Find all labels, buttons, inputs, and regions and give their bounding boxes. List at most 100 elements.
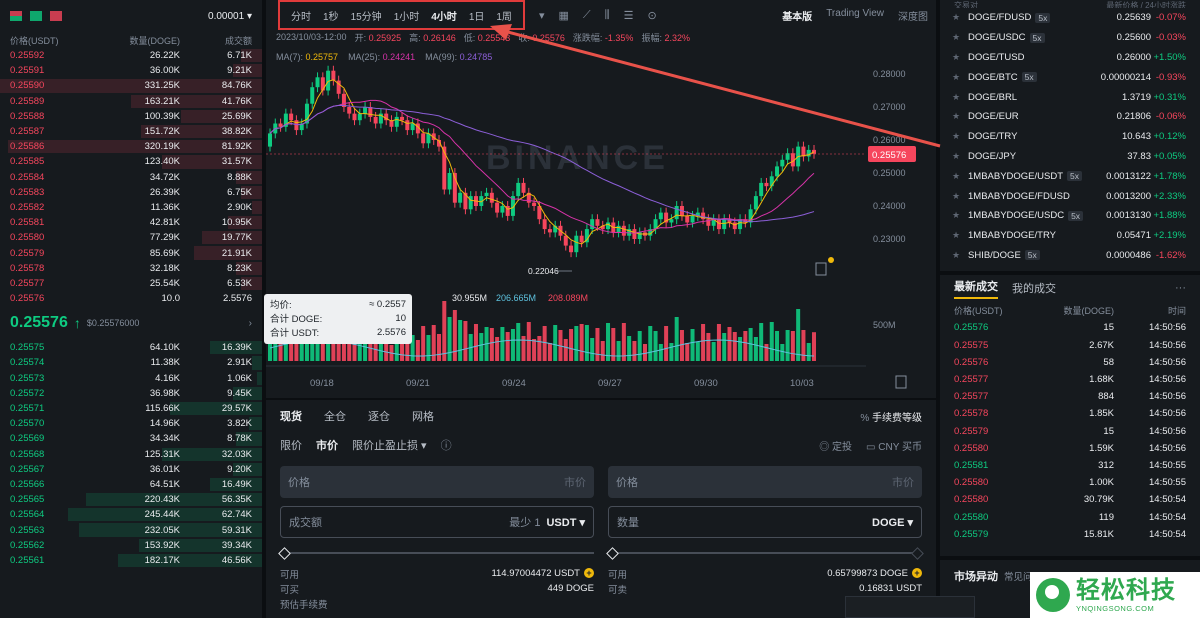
bid-row[interactable]: 0.25570 14.96K 3.82K <box>0 416 262 431</box>
timeframe-5[interactable]: 1日 <box>464 8 490 23</box>
bid-row[interactable]: 0.25572 36.98K 9.45K <box>0 386 262 401</box>
more-icon[interactable]: ··· <box>1175 282 1186 294</box>
tab-latest-trades[interactable]: 最新成交 <box>954 278 998 299</box>
bid-row[interactable]: 0.25563 232.05K 59.31K <box>0 522 262 537</box>
star-icon[interactable]: ★ <box>952 32 960 43</box>
star-icon[interactable]: ★ <box>952 52 960 63</box>
ask-row[interactable]: 0.25587 151.72K 38.82K <box>0 124 262 139</box>
bid-row[interactable]: 0.25567 36.01K 9.20K <box>0 462 262 477</box>
candle-type-icon[interactable]: ⫼ <box>605 9 610 22</box>
ask-row[interactable]: 0.25588 100.39K 25.69K <box>0 109 262 124</box>
cny-buy-link[interactable]: ▭ CNY 买币 <box>866 438 922 453</box>
ask-row[interactable]: 0.25592 26.22K 6.71K <box>0 48 262 63</box>
orderbook-both-view-icon[interactable] <box>10 11 22 21</box>
more-icon[interactable]: ⊙ <box>648 9 657 22</box>
sell-slider[interactable] <box>606 546 924 560</box>
slider-handle[interactable] <box>278 546 291 560</box>
timeframe-4[interactable]: 4小时 <box>426 8 462 23</box>
ask-row[interactable]: 0.25585 123.40K 31.57K <box>0 154 262 169</box>
star-icon[interactable]: ★ <box>952 171 960 182</box>
ask-row[interactable]: 0.25578 32.18K 8.23K <box>0 261 262 276</box>
star-icon[interactable]: ★ <box>952 111 960 122</box>
timeframe-1[interactable]: 1秒 <box>318 8 344 23</box>
ask-row[interactable]: 0.25589 163.21K 41.76K <box>0 94 262 109</box>
candlestick-chart[interactable]: 0.28000 0.27000 0.26000 0.25000 0.24000 0.230… <box>266 56 936 398</box>
tab-stop-limit[interactable]: 限价止盈止损 ▾ <box>352 437 427 453</box>
bid-row[interactable]: 0.25573 4.16K 1.06K <box>0 371 262 386</box>
star-icon[interactable]: ★ <box>952 250 960 261</box>
market-row[interactable]: ★ SHIB/DOGE 5x 0.0000486 -1.62% <box>940 246 1200 266</box>
bid-row[interactable]: 0.25565 220.43K 56.35K <box>0 492 262 507</box>
view-tab-0[interactable]: 基本版 <box>782 8 812 23</box>
tab-isolated[interactable]: 逐仓 <box>368 408 390 424</box>
ask-row[interactable]: 0.25581 42.81K 10.95K <box>0 215 262 230</box>
info-icon[interactable]: ⓘ <box>441 437 452 453</box>
market-row[interactable]: ★ DOGE/BRL 1.3719 +0.31% <box>940 87 1200 107</box>
ask-row[interactable]: 0.25590 331.25K 84.76K <box>0 78 262 93</box>
tab-spot[interactable]: 现货 <box>280 408 302 424</box>
fee-level-link[interactable]: % 手续费等级 <box>860 409 922 424</box>
bid-row[interactable]: 0.25574 11.38K 2.91K <box>0 355 262 370</box>
market-row[interactable]: ★ DOGE/JPY 37.83 +0.05% <box>940 147 1200 167</box>
view-tab-1[interactable]: Trading View <box>826 8 884 23</box>
buy-amount-field[interactable]: 成交额 最少 1 USDT ▾ <box>280 506 594 538</box>
timeframe-6[interactable]: 1周 <box>491 8 517 23</box>
chevron-down-icon[interactable]: ▾ <box>539 9 545 22</box>
bid-row[interactable]: 0.25568 125.31K 32.03K <box>0 447 262 462</box>
buy-unit-select[interactable]: USDT ▾ <box>546 517 585 529</box>
tab-limit[interactable]: 限价 <box>280 437 302 453</box>
star-icon[interactable]: ★ <box>952 72 960 83</box>
star-icon[interactable]: ★ <box>952 92 960 103</box>
sell-qty-field[interactable]: 数量 DOGE ▾ <box>608 506 922 538</box>
orderbook-buy-view-icon[interactable] <box>30 11 42 21</box>
ask-row[interactable]: 0.25591 36.00K 9.21K <box>0 63 262 78</box>
market-row[interactable]: ★ DOGE/TRY 10.643 +0.12% <box>940 127 1200 147</box>
market-row[interactable]: ★ DOGE/USDC 5x 0.25600 -0.03% <box>940 28 1200 48</box>
add-funds-icon[interactable]: + <box>584 568 594 578</box>
add-funds-icon[interactable]: + <box>912 568 922 578</box>
recurring-buy-link[interactable]: ◎ 定投 <box>819 438 852 453</box>
ask-row[interactable]: 0.25577 25.54K 6.53K <box>0 276 262 291</box>
ask-row[interactable]: 0.25584 34.72K 8.88K <box>0 170 262 185</box>
indicator-icon[interactable]: ⟋ <box>583 9 591 22</box>
ask-row[interactable]: 0.25579 85.69K 21.91K <box>0 245 262 260</box>
chevron-right-icon[interactable]: › <box>249 318 252 329</box>
star-icon[interactable]: ★ <box>952 230 960 241</box>
bid-row[interactable]: 0.25566 64.51K 16.49K <box>0 477 262 492</box>
buy-price-field[interactable]: 价格 市价 <box>280 466 594 498</box>
market-row[interactable]: ★ DOGE/EUR 0.21806 -0.06% <box>940 107 1200 127</box>
star-icon[interactable]: ★ <box>952 12 960 23</box>
ask-row[interactable]: 0.25586 320.19K 81.92K <box>0 139 262 154</box>
sell-unit-select[interactable]: DOGE ▾ <box>872 516 913 529</box>
settings-icon[interactable]: ☰ <box>624 9 634 22</box>
bid-row[interactable]: 0.25562 153.92K 39.34K <box>0 538 262 553</box>
bid-row[interactable]: 0.25571 115.66K 29.57K <box>0 401 262 416</box>
bid-row[interactable]: 0.25575 64.10K 16.39K <box>0 340 262 355</box>
star-icon[interactable]: ★ <box>952 210 960 221</box>
ask-row[interactable]: 0.25580 77.29K 19.77K <box>0 230 262 245</box>
star-icon[interactable]: ★ <box>952 191 960 202</box>
market-row[interactable]: ★ 1MBABYDOGE/TRY 0.05471 +2.19% <box>940 226 1200 246</box>
market-row[interactable]: ★ 1MBABYDOGE/FDUSD 0.0013200 +2.33% <box>940 186 1200 206</box>
market-row[interactable]: ★ 1MBABYDOGE/USDC 5x 0.0013130 +1.88% <box>940 206 1200 226</box>
sell-price-field[interactable]: 价格 市价 <box>608 466 922 498</box>
tab-grid[interactable]: 网格 <box>412 408 434 424</box>
buy-slider[interactable] <box>278 546 594 560</box>
tab-my-trades[interactable]: 我的成交 <box>1012 280 1056 296</box>
market-row[interactable]: ★ DOGE/TUSD 0.26000 +1.50% <box>940 48 1200 68</box>
ask-row[interactable]: 0.25583 26.39K 6.75K <box>0 185 262 200</box>
tab-cross[interactable]: 全仓 <box>324 408 346 424</box>
bid-row[interactable]: 0.25564 245.44K 62.74K <box>0 507 262 522</box>
timeframe-2[interactable]: 15分钟 <box>346 8 387 23</box>
calendar-icon[interactable]: ▦ <box>558 9 568 22</box>
ask-row[interactable]: 0.25576 10.0 2.5576 <box>0 291 262 306</box>
orderbook-sell-view-icon[interactable] <box>50 11 62 21</box>
tab-market[interactable]: 市价 <box>316 437 338 453</box>
view-tab-2[interactable]: 深度图 <box>898 8 928 23</box>
star-icon[interactable]: ★ <box>952 151 960 162</box>
market-row[interactable]: ★ 1MBABYDOGE/USDT 5x 0.0013122 +1.78% <box>940 166 1200 186</box>
ask-row[interactable]: 0.25582 11.36K 2.90K <box>0 200 262 215</box>
timeframe-0[interactable]: 分时 <box>286 8 316 23</box>
market-row[interactable]: ★ DOGE/FDUSD 5x 0.25639 -0.07% <box>940 8 1200 28</box>
bid-row[interactable]: 0.25561 182.17K 46.56K <box>0 553 262 568</box>
